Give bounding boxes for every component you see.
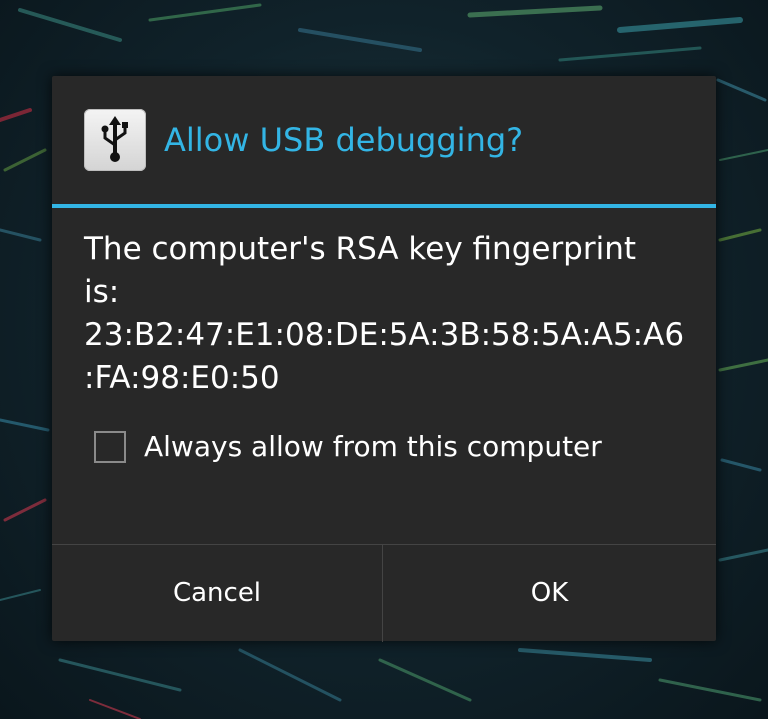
message-line: is: xyxy=(84,274,120,310)
usb-debugging-dialog: Allow USB debugging? The computer's RSA … xyxy=(52,76,716,642)
ok-button[interactable]: OK xyxy=(383,545,716,642)
always-allow-checkbox[interactable] xyxy=(94,431,126,463)
always-allow-label[interactable]: Always allow from this computer xyxy=(144,428,602,466)
dialog-button-bar: Cancel OK xyxy=(52,544,716,642)
dialog-title-bar: Allow USB debugging? xyxy=(52,76,716,204)
title-divider xyxy=(52,204,716,208)
usb-icon xyxy=(84,109,146,171)
rsa-fingerprint-line: :FA:98:E0:50 xyxy=(84,360,280,396)
message-line: The computer's RSA key fingerprint xyxy=(84,231,637,267)
dialog-message: The computer's RSA key fingerprint is: 2… xyxy=(84,228,694,400)
dialog-title: Allow USB debugging? xyxy=(164,121,524,159)
cancel-button[interactable]: Cancel xyxy=(52,545,382,642)
rsa-fingerprint-line: 23:B2:47:E1:08:DE:5A:3B:58:5A:A5:A6 xyxy=(84,317,685,353)
